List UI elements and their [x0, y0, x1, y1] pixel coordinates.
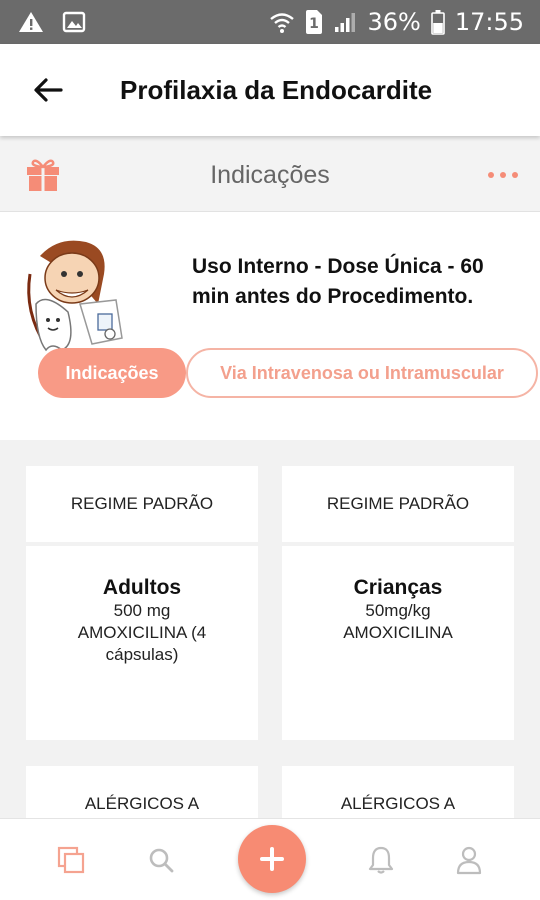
sim-icon: 1 [305, 9, 323, 35]
page-title: Profilaxia da Endocardite [120, 74, 433, 105]
card-title: Crianças [353, 576, 443, 599]
back-button[interactable] [18, 60, 78, 120]
gift-button[interactable] [24, 156, 62, 194]
bottom-navigation [0, 818, 540, 900]
app-bar: Profilaxia da Endocardite [0, 44, 540, 136]
card-line: 500 mg [113, 601, 171, 620]
section-bar: Indicações [0, 140, 540, 212]
card-header-allergic-adults: ALÉRGICOS A [26, 766, 258, 820]
section-title: Indicações [210, 161, 330, 189]
battery-icon [431, 9, 445, 35]
regimen-grid: REGIME PADRÃO Adultos 500 mg AMOXICILINA… [0, 440, 540, 820]
status-bar: 1 36% 17:55 [0, 0, 540, 44]
card-line: AMOXICILINA [343, 623, 453, 642]
gift-icon [27, 159, 59, 191]
dentist-mascot-illustration [22, 234, 134, 354]
signal-icon [333, 10, 357, 34]
plus-icon [260, 847, 284, 871]
clock: 17:55 [454, 8, 524, 36]
procedure-note: Uso Interno - Dose Única - 60 min antes … [192, 255, 484, 308]
sim-number: 1 [310, 16, 320, 32]
image-icon [62, 10, 86, 34]
more-dot [500, 172, 506, 178]
nav-copy-button[interactable] [54, 843, 88, 877]
arrow-left-icon [34, 78, 63, 102]
info-panel: Uso Interno - Dose Única - 60 min antes … [0, 212, 540, 440]
card-children[interactable]: Crianças 50mg/kg AMOXICILINA [282, 546, 514, 740]
card-adults[interactable]: Adultos 500 mg AMOXICILINA (4 cápsulas) [26, 546, 258, 740]
user-icon [456, 846, 482, 875]
nav-profile-button[interactable] [452, 843, 486, 877]
card-title: Adultos [102, 576, 182, 599]
more-options-button[interactable] [488, 162, 518, 188]
card-line: AMOXICILINA (4 [77, 623, 207, 642]
more-dot [512, 172, 518, 178]
card-header-children: REGIME PADRÃO [282, 466, 514, 542]
card-line: 50mg/kg [365, 601, 431, 620]
wifi-icon [269, 10, 295, 34]
search-icon [149, 848, 174, 873]
card-line: cápsulas) [105, 645, 179, 664]
tab-indicacoes[interactable]: Indicações [38, 348, 186, 398]
add-button[interactable] [238, 825, 306, 893]
battery-percent: 36% [367, 8, 421, 36]
nav-search-button[interactable] [144, 843, 178, 877]
warning-icon [18, 10, 44, 34]
nav-notifications-button[interactable] [364, 843, 398, 877]
bell-icon [368, 846, 394, 874]
more-horizontal-icon [488, 172, 494, 178]
tab-via-intravenosa[interactable]: Via Intravenosa ou Intramuscular [186, 348, 538, 398]
card-header-allergic-children: ALÉRGICOS A [282, 766, 514, 820]
copy-icon [57, 846, 85, 874]
card-header-adults: REGIME PADRÃO [26, 466, 258, 542]
